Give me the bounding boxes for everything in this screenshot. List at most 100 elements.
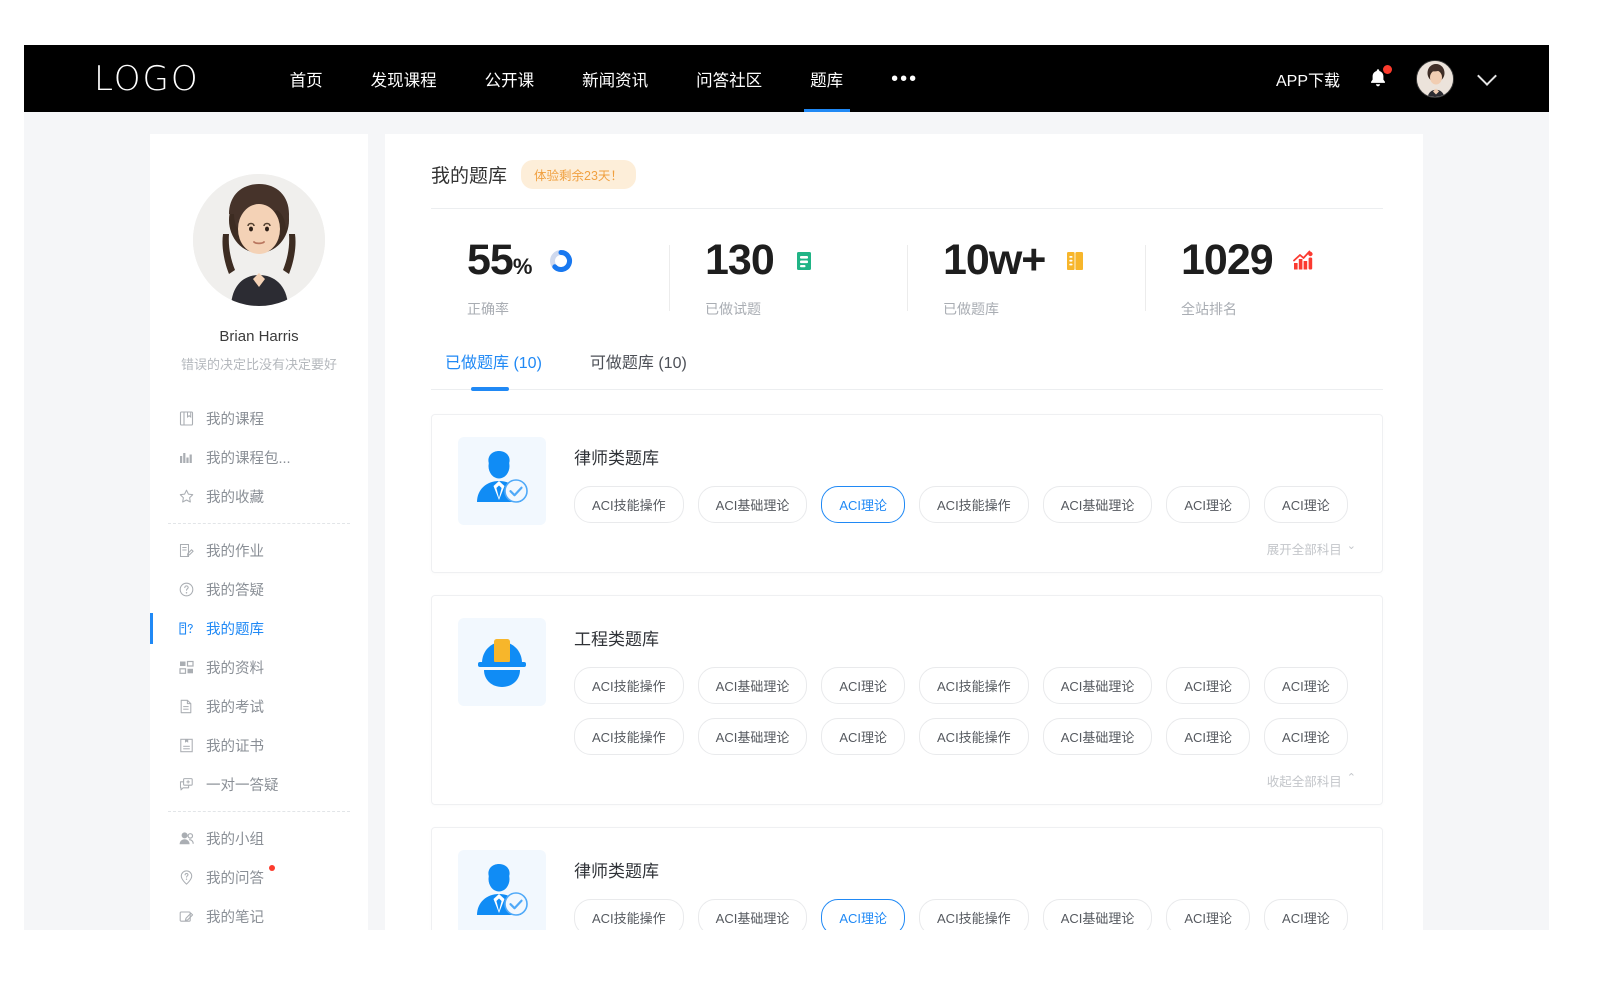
stat-label: 全站排名	[1181, 299, 1383, 319]
card-body: 律师类题库ACI技能操作ACI基础理论ACI理论ACI技能操作ACI基础理论AC…	[574, 850, 1356, 930]
subject-tag[interactable]: ACI理论	[1264, 718, 1348, 755]
avatar[interactable]	[1416, 60, 1454, 98]
nav-more-button[interactable]: •••	[867, 45, 942, 112]
subject-tag[interactable]: ACI基础理论	[1043, 486, 1153, 523]
nav-link-5[interactable]: 题库	[786, 45, 867, 112]
subject-tag[interactable]: ACI理论	[821, 486, 905, 523]
sidebar-item-label: 我的考试	[206, 696, 264, 717]
stat-label: 已做试题	[705, 299, 907, 319]
app-download-link[interactable]: APP下载	[1276, 67, 1340, 91]
subject-tag[interactable]: ACI基础理论	[698, 718, 808, 755]
question-bank-card: 律师类题库ACI技能操作ACI基础理论ACI理论ACI技能操作ACI基础理论AC…	[431, 414, 1383, 573]
document-icon	[791, 248, 817, 274]
subject-tag[interactable]: ACI技能操作	[919, 899, 1029, 930]
subject-tag[interactable]: ACI基础理论	[1043, 718, 1153, 755]
notification-bell-button[interactable]	[1366, 66, 1390, 92]
main-header: 我的题库 体验剩余23天！	[431, 160, 1383, 209]
nav-link-2[interactable]: 公开课	[461, 45, 559, 112]
subject-tag[interactable]: ACI技能操作	[574, 899, 684, 930]
card-title: 律师类题库	[574, 444, 1356, 469]
stat-value-row: 55%	[467, 239, 669, 282]
sidebar-item-我的问答[interactable]: 我的问答	[150, 858, 368, 897]
expand-subjects-link[interactable]: 展开全部科目⌄	[574, 537, 1356, 558]
nav-link-3[interactable]: 新闻资讯	[558, 45, 672, 112]
stat-value: 130	[705, 239, 774, 282]
subject-tag[interactable]: ACI理论	[821, 667, 905, 704]
tab-1[interactable]: 可做题库 (10)	[590, 349, 687, 389]
subject-tag[interactable]: ACI理论	[1166, 718, 1250, 755]
sidebar-item-我的笔记[interactable]: 我的笔记	[150, 897, 368, 930]
nav-link-4[interactable]: 问答社区	[672, 45, 786, 112]
subject-tag[interactable]: ACI基础理论	[698, 667, 808, 704]
sidebar-item-我的收藏[interactable]: 我的收藏	[150, 477, 368, 516]
sidebar-item-label: 我的问答	[206, 867, 264, 888]
main-panel: 我的题库 体验剩余23天！ 55%正确率130已做试题10w+已做题库1029全…	[385, 134, 1423, 930]
subject-tag[interactable]: ACI理论	[1166, 667, 1250, 704]
chat-icon	[178, 776, 195, 793]
sidebar-item-我的课程[interactable]: 我的课程	[150, 399, 368, 438]
sidebar-item-label: 我的课程包...	[206, 447, 291, 468]
sidebar-item-我的证书[interactable]: 我的证书	[150, 726, 368, 765]
sidebar-item-label: 我的小组	[206, 828, 264, 849]
card-thumbnail	[458, 618, 546, 706]
subject-tag[interactable]: ACI理论	[1166, 486, 1250, 523]
tag-row: ACI技能操作 ACI基础理论 ACI理论 ACI技能操作 ACI基础理论 ACI理论 AC…	[574, 486, 1356, 523]
expand-subjects-link[interactable]: 收起全部科目 ⌃	[574, 769, 1356, 790]
subject-tag[interactable]: ACI基础理论	[698, 486, 808, 523]
sidebar-item-我的答疑[interactable]: 我的答疑	[150, 570, 368, 609]
status-badge: 体验剩余23天！	[521, 160, 636, 189]
tab-bar: 已做题库 (10) 可做题库 (10)	[431, 347, 1383, 390]
subject-tag[interactable]: ACI基础理论	[1043, 899, 1153, 930]
user-avatar	[1417, 61, 1454, 98]
subject-tag[interactable]: ACI技能操作	[574, 667, 684, 704]
subject-tag[interactable]: ACI理论	[821, 718, 905, 755]
sidebar-item-我的课程包...[interactable]: 我的课程包...	[150, 438, 368, 477]
sidebar-item-我的题库[interactable]: 我的题库	[150, 609, 368, 648]
sidebar-item-label: 我的题库	[206, 618, 264, 639]
book-icon	[178, 410, 195, 427]
sidebar-item-我的资料[interactable]: 我的资料	[150, 648, 368, 687]
chevron-down-icon[interactable]	[1477, 66, 1497, 86]
nav-right-group: APP下载	[1276, 60, 1549, 98]
profile-username: Brian Harris	[150, 328, 368, 345]
sidebar-item-一对一答疑[interactable]: 一对一答疑	[150, 765, 368, 804]
sidebar-item-label: 一对一答疑	[206, 774, 279, 795]
note-icon	[178, 908, 195, 925]
subject-tag[interactable]: ACI理论	[1166, 899, 1250, 930]
stat-value-row: 10w+	[943, 239, 1145, 282]
tab-0[interactable]: 已做题库 (10)	[445, 349, 542, 389]
subject-tag[interactable]: ACI基础理论	[1043, 667, 1153, 704]
homework-icon	[178, 542, 195, 559]
stat-value: 10w+	[943, 239, 1045, 282]
expand-subjects-label: 收起全部科目	[1267, 771, 1342, 790]
card-title: 工程类题库	[574, 625, 1356, 650]
subject-tag[interactable]: ACI技能操作	[919, 486, 1029, 523]
page-root: LOGO 首页发现课程公开课新闻资讯问答社区题库••• APP下载	[0, 0, 1600, 990]
hardhat-icon	[469, 627, 535, 698]
subject-tag[interactable]: ACI技能操作	[919, 718, 1029, 755]
nav-link-0[interactable]: 首页	[266, 45, 347, 112]
subject-tag[interactable]: ACI理论	[1264, 667, 1348, 704]
subject-tag[interactable]: ACI技能操作	[574, 486, 684, 523]
subject-tag[interactable]: ACI理论	[1264, 899, 1348, 930]
profile-block: Brian Harris 错误的决定比没有决定要好	[150, 174, 368, 373]
stat-value: 55%	[467, 239, 531, 282]
chevron-up-icon: ⌃	[1347, 771, 1356, 790]
subject-tag[interactable]: ACI理论	[1264, 486, 1348, 523]
sidebar-item-我的考试[interactable]: 我的考试	[150, 687, 368, 726]
sidebar-item-我的作业[interactable]: 我的作业	[150, 531, 368, 570]
stat-label: 已做题库	[943, 299, 1145, 319]
sidebar-item-label: 我的答疑	[206, 579, 264, 600]
subject-tag[interactable]: ACI技能操作	[574, 718, 684, 755]
subject-tag[interactable]: ACI技能操作	[919, 667, 1029, 704]
site-logo[interactable]: LOGO	[94, 62, 200, 96]
subject-tag[interactable]: ACI基础理论	[698, 899, 808, 930]
profile-avatar[interactable]	[193, 174, 325, 306]
sidebar-item-我的小组[interactable]: 我的小组	[150, 819, 368, 858]
stat-card-0: 55%正确率	[431, 239, 669, 319]
nav-link-1[interactable]: 发现课程	[347, 45, 461, 112]
sidebar: Brian Harris 错误的决定比没有决定要好 我的课程我的课程包... 我的…	[150, 134, 368, 930]
book-open-icon	[1062, 248, 1088, 274]
stats-summary: 55%正确率130已做试题10w+已做题库1029全站排名	[431, 209, 1383, 347]
subject-tag[interactable]: ACI理论	[821, 899, 905, 930]
